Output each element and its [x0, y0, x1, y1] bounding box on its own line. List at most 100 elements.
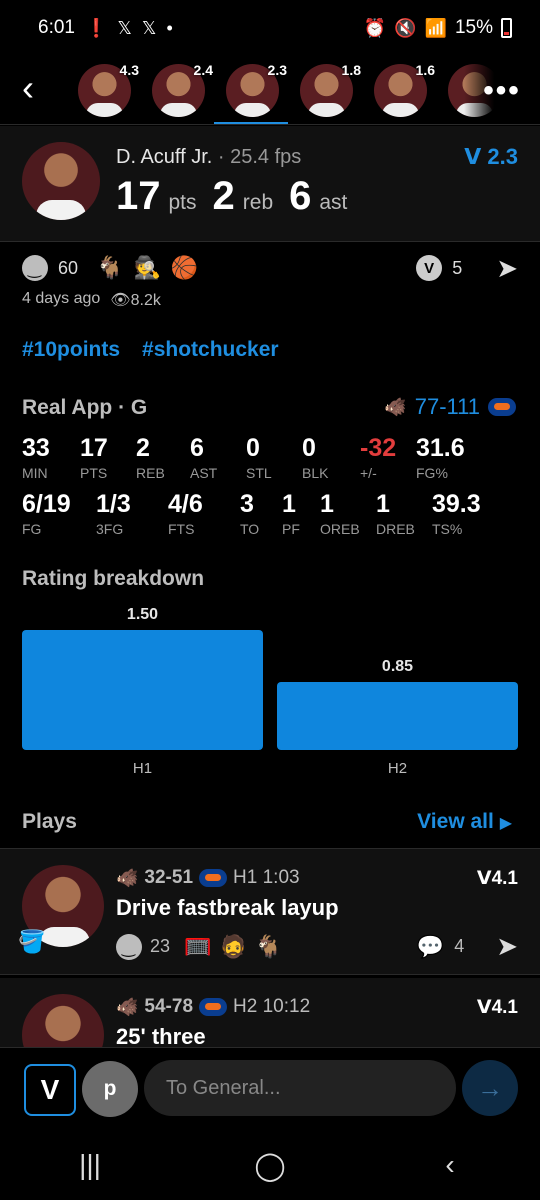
view-count: 8.2k	[130, 292, 161, 309]
chevron-right-icon: ▶	[499, 815, 512, 832]
play-rating[interactable]: ᐯ4.1	[477, 996, 518, 1019]
alarm-icon: ⏰	[363, 17, 387, 38]
message-input[interactable]	[144, 1060, 456, 1116]
goat-icon[interactable]: 🐐	[255, 934, 282, 960]
stat-cell: 1 OREB	[320, 490, 360, 537]
user-avatar[interactable]: p	[82, 1061, 138, 1117]
mute-icon: 🔇	[394, 17, 417, 38]
stat-cell: 2 REB	[136, 434, 165, 481]
rating-v-icon: ᐯ	[464, 144, 482, 169]
stat-cell-plus-minus: -32 +/-	[360, 434, 397, 481]
player-thumb[interactable]: 2.4	[152, 62, 213, 117]
player-thumb[interactable]: 1.8	[300, 62, 361, 117]
stat-cell: 0 STL	[246, 434, 272, 481]
play-rating[interactable]: ᐯ4.1	[477, 867, 518, 890]
hashtag[interactable]: #10points	[22, 338, 120, 362]
goat-icon[interactable]: 🐐	[96, 255, 123, 281]
plays-title: Plays	[22, 810, 77, 833]
hashtag[interactable]: #shotchucker	[142, 338, 279, 362]
chart-bar	[22, 630, 263, 750]
player-rating-value: 2.3	[487, 144, 518, 169]
player-headline-stats: 17 pts 2 reb 6 ast	[116, 174, 355, 219]
send-arrow-icon[interactable]: →	[462, 1060, 518, 1116]
more-options-icon[interactable]: •••	[464, 64, 540, 118]
play-title: 25' three	[116, 1024, 206, 1048]
hoop-icon[interactable]: 🥅	[184, 934, 211, 960]
plays-header: Plays View all ▶	[22, 810, 518, 838]
play-score: 54-78	[144, 996, 194, 1017]
hashtags: #10points #shotchucker	[22, 338, 279, 362]
razorback-logo-icon: 🐗	[116, 996, 139, 1017]
play-score: 32-51	[144, 867, 194, 888]
gator-logo-icon	[199, 869, 228, 887]
stat-cell: 33 MIN	[22, 434, 50, 481]
v-count: 5	[452, 257, 463, 278]
reactions-row: 60 🐐 🕵 🏀 V 5 ➤	[22, 250, 518, 286]
player-thumb-rating: 1.6	[415, 62, 435, 78]
home-icon[interactable]: ◯	[240, 1149, 300, 1182]
post-meta: 4 days ago 👁8.2k	[22, 290, 161, 310]
person-reaction-icon[interactable]: 🧔	[219, 934, 246, 960]
play-actions: 23 🥅 🧔 🐐 💬 4 ➤	[116, 931, 518, 962]
share-icon[interactable]: ➤	[496, 253, 518, 284]
score-value: 77-111	[414, 394, 480, 419]
play-time: H1 1:03	[233, 867, 300, 888]
comment-count: 4	[454, 936, 465, 956]
player-thumb-rating: 2.3	[267, 62, 287, 78]
player-avatar-large[interactable]	[22, 142, 100, 220]
view-all-link[interactable]: View all ▶	[417, 810, 512, 834]
box-score-title: Real App · G	[22, 396, 148, 419]
x-app-icon-2: 𝕏	[141, 17, 157, 38]
back-icon[interactable]: ‹	[420, 1149, 480, 1181]
app-logo-button[interactable]: V	[24, 1064, 76, 1116]
rating-breakdown-title: Rating breakdown	[22, 567, 205, 590]
stat-cell: 1/3 3FG	[96, 490, 131, 537]
gator-logo-icon	[199, 998, 228, 1016]
eye-icon: 👁	[110, 292, 131, 309]
battery-icon	[501, 18, 512, 38]
comment-icon[interactable]: 💬	[417, 934, 444, 960]
alert-icon: ❗	[84, 17, 108, 38]
player-thumb-rating: 2.4	[193, 62, 213, 78]
stat-cell: 1 DREB	[376, 490, 415, 537]
smile-count: 23	[150, 936, 171, 956]
player-thumb-rating: 1.8	[341, 62, 361, 78]
smile-count: 60	[58, 257, 79, 278]
player-thumb[interactable]: 1.6	[374, 62, 435, 117]
smile-reaction-icon[interactable]	[22, 255, 48, 281]
message-composer: V p →	[0, 1048, 540, 1130]
play-card[interactable]: 🐗 54-78 H2 10:12 ᐯ4.1 25' three	[0, 978, 540, 1048]
divider	[0, 124, 540, 125]
play-avatar[interactable]	[22, 994, 104, 1047]
razorback-logo-icon: 🐗	[116, 867, 139, 888]
status-time: 6:01	[38, 17, 75, 38]
pts-value: 17	[116, 174, 161, 218]
chart-bar	[277, 682, 518, 750]
pts-label: pts	[168, 191, 197, 214]
status-bar: 6:01 ❗ 𝕏 𝕏 • ⏰ 🔇 📶 15%	[0, 0, 540, 56]
play-card[interactable]: 🪣 🐗 32-51 H1 1:03 ᐯ4.1 Drive fastbreak l…	[0, 849, 540, 975]
share-icon[interactable]: ➤	[496, 931, 518, 962]
rating-v-icon: ᐯ	[476, 868, 492, 889]
v-vote-icon[interactable]: V	[416, 255, 443, 281]
player-thumb[interactable]: 4.3	[78, 62, 139, 117]
stat-cell: 3 TO	[240, 490, 260, 537]
player-fps: 25.4 fps	[230, 146, 302, 168]
play-title: Drive fastbreak layup	[116, 895, 339, 920]
player-strip: ‹ 4.3 2.4 2.3 1.8 1.6 •••	[0, 56, 540, 126]
rating-v-icon: ᐯ	[476, 997, 492, 1018]
stat-cell: 6 AST	[190, 434, 218, 481]
stat-cell: 6/19 FG	[22, 490, 71, 537]
player-reaction-icon[interactable]: 🏀	[171, 255, 198, 281]
player-name: D. Acuff Jr.	[116, 146, 213, 168]
player-thumb-selected[interactable]: 2.3	[226, 62, 287, 117]
player-rating[interactable]: ᐯ 2.3	[464, 144, 518, 170]
game-score[interactable]: 🐗 77-111	[384, 394, 516, 420]
player-thumb-rating: 4.3	[119, 62, 139, 78]
back-arrow-icon[interactable]: ‹	[22, 70, 52, 106]
smile-reaction-icon[interactable]	[116, 933, 142, 960]
battery-percent: 15%	[454, 17, 493, 38]
person-reaction-icon[interactable]: 🕵	[133, 255, 160, 281]
chart-category-label: H2	[387, 760, 408, 777]
recents-icon[interactable]: |||	[60, 1149, 120, 1181]
